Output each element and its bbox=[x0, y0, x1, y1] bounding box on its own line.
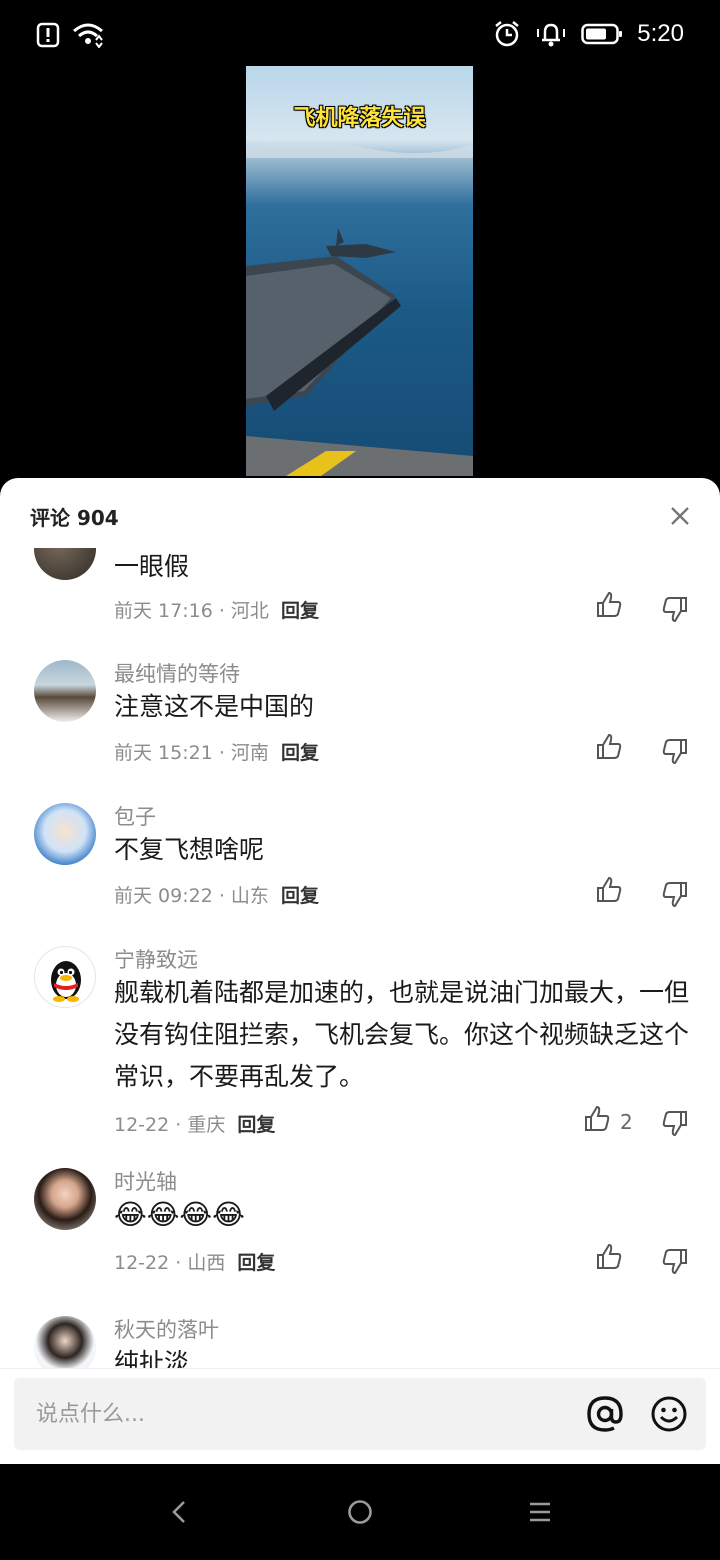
comment-input[interactable] bbox=[36, 1396, 556, 1432]
comment-time: 前天 09:22 bbox=[114, 885, 213, 907]
comment-time: 12-22 bbox=[114, 1252, 170, 1274]
thumbs-up-icon[interactable] bbox=[594, 590, 624, 620]
comment-meta: 前天 15:21 · 河南 回复 bbox=[114, 742, 319, 764]
like-count: 2 bbox=[620, 1110, 633, 1134]
avatar[interactable] bbox=[34, 1168, 96, 1230]
status-bar: 5:20 bbox=[0, 0, 720, 72]
comment-text: 注意这不是中国的 bbox=[114, 692, 315, 721]
menu-icon[interactable] bbox=[522, 1494, 558, 1530]
comment-text: 一眼假 bbox=[114, 552, 190, 581]
video-title: 飞机降落失误 bbox=[293, 106, 426, 131]
comment-meta: 12-22 · 山西 回复 bbox=[114, 1252, 276, 1274]
video-player[interactable]: 飞机降落失误 bbox=[246, 66, 473, 476]
thumbs-up-icon[interactable] bbox=[594, 875, 624, 905]
comment-text: 纯扯淡 bbox=[114, 1348, 190, 1368]
comment-location: 山西 bbox=[187, 1252, 226, 1274]
comment-location: 山东 bbox=[230, 885, 269, 907]
reply-button[interactable]: 回复 bbox=[281, 885, 319, 907]
alert-notification-icon bbox=[36, 22, 60, 48]
avatar[interactable] bbox=[34, 660, 96, 722]
comment-time: 前天 17:16 bbox=[114, 600, 213, 622]
comment-location: 河北 bbox=[230, 600, 269, 622]
comment-sheet: 评论 904 一眼假 前天 17:16 · 河北 回复 最纯情的等待 注意这不是中… bbox=[0, 478, 720, 1464]
comment-author[interactable]: 秋天的落叶 bbox=[114, 1314, 219, 1344]
battery-icon bbox=[581, 23, 623, 45]
reply-button[interactable]: 回复 bbox=[237, 1252, 275, 1274]
comment-input-box[interactable] bbox=[14, 1378, 706, 1450]
comment-text: 舰载机着陆都是加速的，也就是说油门加最大，一但没有钩住阻拦索，飞机会复飞。你这个… bbox=[114, 978, 690, 1091]
mention-at-icon[interactable] bbox=[586, 1395, 624, 1433]
comment-list[interactable]: 一眼假 前天 17:16 · 河北 回复 最纯情的等待 注意这不是中国的 前天 1… bbox=[0, 548, 720, 1368]
comment-location: 河南 bbox=[230, 742, 269, 764]
avatar[interactable] bbox=[34, 946, 96, 1008]
comment-text: 😂😂😂😂 bbox=[114, 1198, 245, 1231]
reply-button[interactable]: 回复 bbox=[281, 600, 319, 622]
comment-author[interactable]: 宁静致远 bbox=[114, 944, 198, 974]
comment-author[interactable]: 时光轴 bbox=[114, 1166, 177, 1196]
comment-text: 不复飞想啥呢 bbox=[114, 835, 265, 864]
close-icon[interactable] bbox=[668, 504, 692, 528]
home-icon[interactable] bbox=[342, 1494, 378, 1530]
penguin-icon bbox=[51, 961, 81, 1002]
back-icon[interactable] bbox=[162, 1494, 198, 1530]
comment-time: 前天 15:21 bbox=[114, 742, 213, 764]
comments-count-header: 评论 904 bbox=[30, 506, 119, 530]
reply-button[interactable]: 回复 bbox=[281, 742, 319, 764]
comment-input-bar bbox=[0, 1368, 720, 1464]
thumbs-down-icon[interactable] bbox=[660, 879, 690, 909]
comment-meta: 前天 09:22 · 山东 回复 bbox=[114, 885, 319, 907]
vibrate-bell-icon bbox=[537, 23, 566, 47]
avatar[interactable] bbox=[34, 1316, 96, 1368]
comment-location: 重庆 bbox=[187, 1114, 226, 1136]
system-nav-bar bbox=[0, 1464, 720, 1560]
thumbs-down-icon[interactable] bbox=[660, 594, 690, 624]
alarm-icon bbox=[495, 21, 520, 47]
status-time: 5:20 bbox=[637, 20, 684, 47]
thumbs-down-icon[interactable] bbox=[660, 1108, 690, 1138]
comment-meta: 12-22 · 重庆 回复 bbox=[114, 1114, 276, 1136]
reply-button[interactable]: 回复 bbox=[237, 1114, 275, 1136]
thumbs-up-icon[interactable] bbox=[594, 732, 624, 762]
thumbs-down-icon[interactable] bbox=[660, 1246, 690, 1276]
emoji-icon[interactable] bbox=[650, 1395, 688, 1433]
comment-author[interactable]: 包子 bbox=[114, 801, 156, 831]
wifi-icon bbox=[73, 23, 103, 48]
thumbs-up-icon[interactable] bbox=[594, 1242, 624, 1272]
thumbs-up-icon[interactable] bbox=[582, 1104, 612, 1134]
comment-meta: 前天 17:16 · 河北 回复 bbox=[114, 600, 319, 622]
comment-time: 12-22 bbox=[114, 1114, 170, 1136]
comment-author[interactable]: 最纯情的等待 bbox=[114, 658, 240, 688]
avatar[interactable] bbox=[34, 548, 96, 580]
thumbs-down-icon[interactable] bbox=[660, 736, 690, 766]
avatar[interactable] bbox=[34, 803, 96, 865]
